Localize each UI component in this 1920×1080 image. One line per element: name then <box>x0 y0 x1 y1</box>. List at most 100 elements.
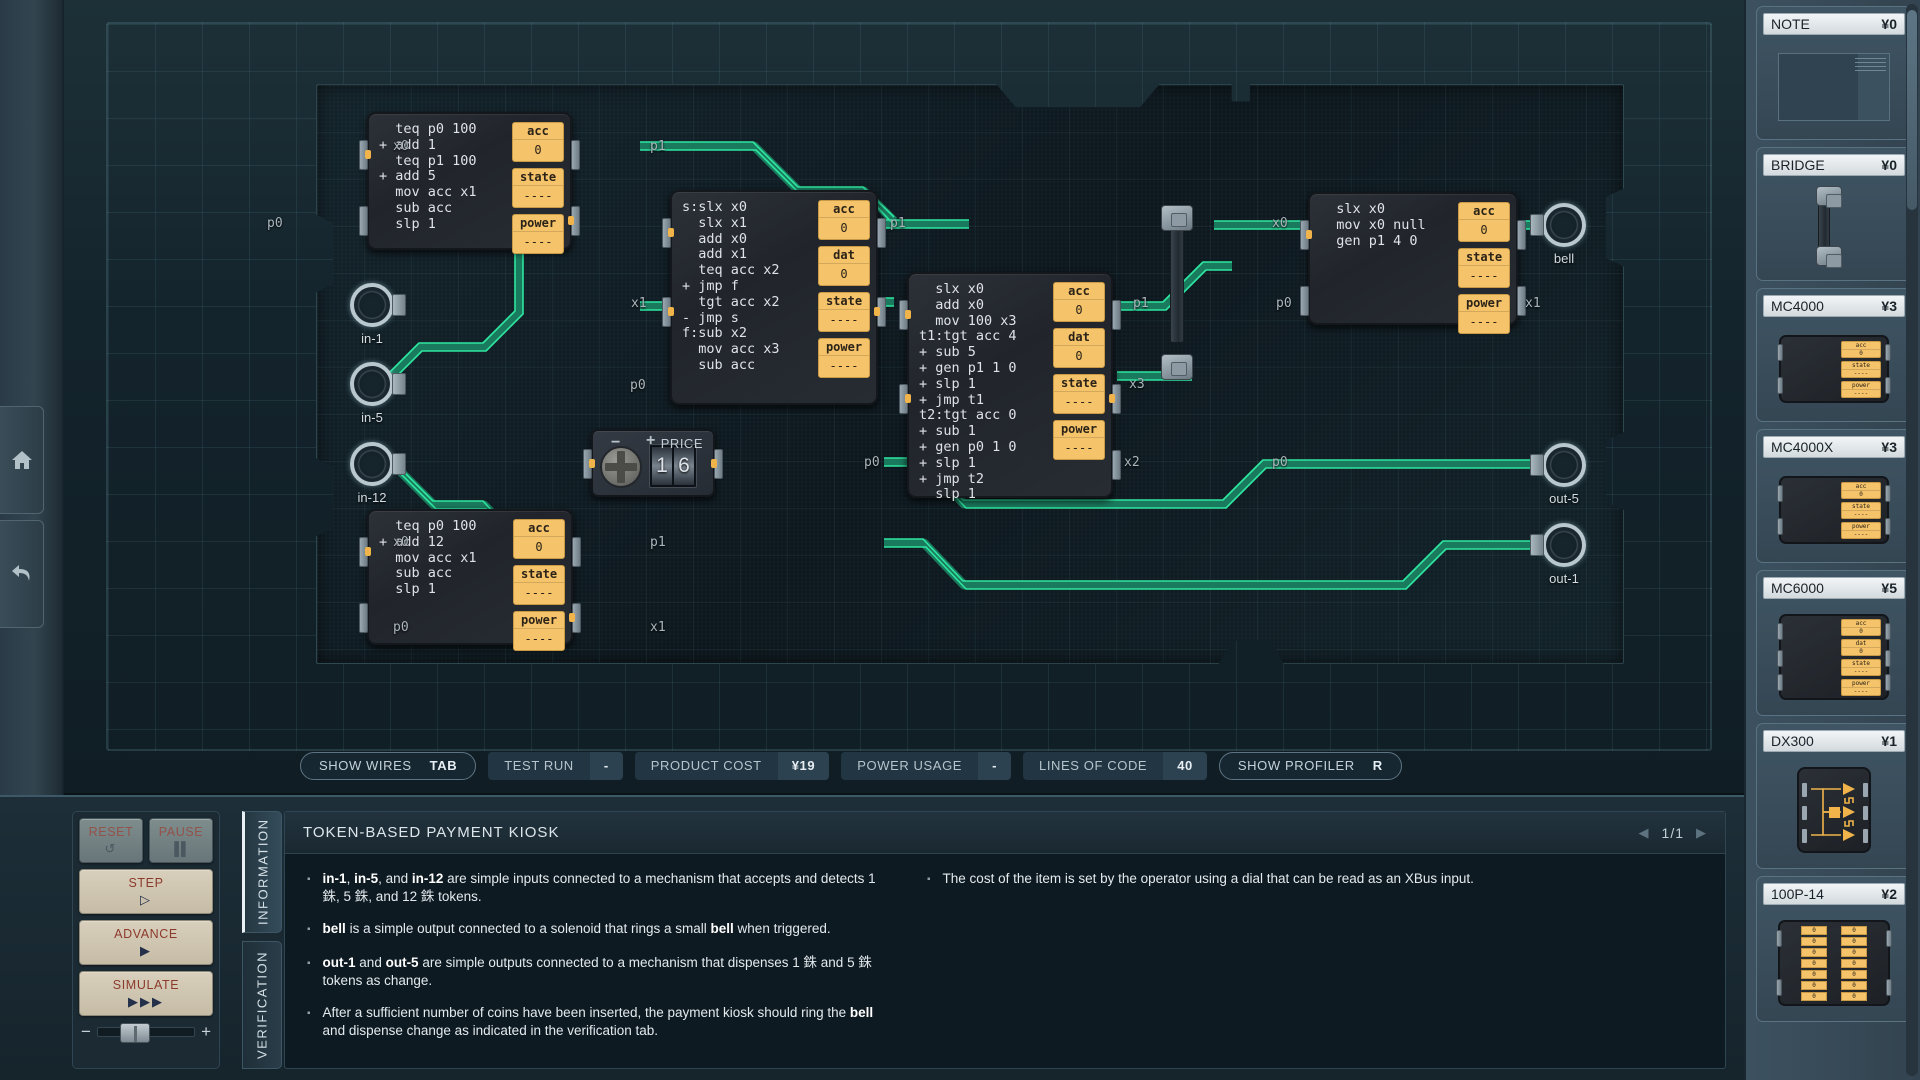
io-node-in-5[interactable]: in-5 <box>350 362 406 425</box>
parts-scrollbar-thumb[interactable] <box>1907 10 1917 210</box>
next-page-button[interactable]: ▶ <box>1696 825 1707 841</box>
part-mc4000[interactable]: MC4000 ¥3 acc 0 state ---- power ---- <box>1756 288 1912 422</box>
io-node-out-5[interactable]: out-5 <box>1530 443 1586 506</box>
part-dx300[interactable]: DX300 ¥1 <box>1756 723 1912 869</box>
list-item: ▪ After a sufficient number of coins hav… <box>307 1004 887 1040</box>
chip-port-dot <box>1306 230 1312 239</box>
home-icon <box>11 451 32 469</box>
chip-top-left[interactable]: teq p0 100 + add 1 teq p1 100 + add 5 mo… <box>359 112 580 254</box>
part-bridge[interactable]: BRIDGE ¥0 <box>1756 147 1912 281</box>
product-cost-status: PRODUCT COST ¥19 <box>634 752 830 780</box>
bullet-text: in-1, in-5, and in-12 are simple inputs … <box>322 871 876 904</box>
pause-button[interactable]: PAUSE ▐▌ <box>149 818 213 863</box>
undo-icon <box>11 565 30 581</box>
port-label-p1-bridge: p1 <box>1133 296 1149 311</box>
chip-code[interactable]: slx x0 add x0 mov 100 x3 t1:tgt acc 4 + … <box>913 281 1053 502</box>
chip-code[interactable]: s:slx x0 slx x1 add x0 add x1 teq acc x2… <box>676 199 818 395</box>
dx300-icon <box>1797 767 1871 853</box>
show-profiler-button[interactable]: SHOW PROFILER R <box>1218 752 1402 780</box>
home-button[interactable] <box>0 406 44 514</box>
parts-panel[interactable]: NOTE ¥0 BRIDGE ¥0 MC4000 ¥3 acc 0 state … <box>1744 0 1920 1080</box>
speed-decrease-icon[interactable]: − <box>81 1022 91 1042</box>
bridge-component[interactable] <box>1161 205 1193 380</box>
step-label: STEP <box>128 876 164 890</box>
simulate-button[interactable]: SIMULATE ▶▶▶ <box>79 971 213 1016</box>
io-tab <box>392 453 406 475</box>
part-art: 000 000 0 000 000 0 <box>1769 915 1899 1011</box>
step-button[interactable]: STEP ▷ <box>79 869 213 914</box>
sim-row-top: RESET ↺ PAUSE ▐▌ <box>79 818 213 863</box>
speed-knob[interactable] <box>119 1023 150 1043</box>
chip-port-dot <box>905 394 911 403</box>
part-mc6000[interactable]: MC6000 ¥5 acc 0 dat 0 state ---- power ---- <box>1756 570 1912 716</box>
circuit-board-area[interactable]: teq p0 100 + add 1 teq p1 100 + add 5 mo… <box>64 0 1744 795</box>
part-note[interactable]: NOTE ¥0 <box>1756 6 1912 140</box>
product-cost-label: PRODUCT COST <box>634 752 778 780</box>
part-name: NOTE <box>1771 16 1810 32</box>
part-100p-14[interactable]: 100P-14 ¥2 000 000 0 000 000 0 <box>1756 876 1912 1022</box>
price-port-dot <box>589 459 595 468</box>
status-toolbar: SHOW WIRES TAB TEST RUN - PRODUCT COST ¥… <box>64 748 1744 784</box>
advance-icon: ▶ <box>140 943 152 958</box>
price-dial-module[interactable]: − + PRICE 1 6 <box>583 429 723 497</box>
io-label: bell <box>1553 251 1575 266</box>
register-dat: dat 0 <box>1053 328 1105 368</box>
io-tab <box>1530 534 1544 556</box>
simulation-speed-slider[interactable]: − + <box>79 1022 213 1043</box>
io-tab <box>392 373 406 395</box>
simulate-label: SIMULATE <box>112 978 180 992</box>
part-mc4000x[interactable]: MC4000X ¥3 acc 0 state ---- power ---- <box>1756 429 1912 563</box>
register-power: power ---- <box>513 611 565 651</box>
io-label: out-1 <box>1549 571 1579 586</box>
chip-mid-left[interactable]: s:slx x0 slx x1 add x0 add x1 teq acc x2… <box>662 190 886 405</box>
chip-port-left-1[interactable] <box>1300 286 1309 316</box>
io-tab <box>392 294 406 316</box>
io-node-bell[interactable]: bell <box>1530 203 1586 266</box>
parts-scrollbar[interactable] <box>1906 4 1918 1076</box>
bullet-icon: ▪ <box>307 924 311 935</box>
chip-port-right-0[interactable] <box>1517 220 1526 250</box>
chip-port-left-1[interactable] <box>359 206 368 236</box>
price-plus-sign: + <box>646 432 656 449</box>
chip-port-left-1[interactable] <box>359 603 368 633</box>
chip-port-right-0[interactable] <box>572 537 581 567</box>
mc4000-icon: acc 0 state ---- power ---- <box>1777 335 1891 403</box>
register-power: power ---- <box>1458 294 1510 334</box>
show-wires-button[interactable]: SHOW WIRES TAB <box>300 752 477 780</box>
chip-code[interactable]: slx x0 mov x0 null gen p1 4 0 <box>1314 201 1458 315</box>
io-node-in-1[interactable]: in-1 <box>350 283 406 346</box>
chip-top-right[interactable]: slx x0 mov x0 null gen p1 4 0 acc 0 stat… <box>1300 192 1526 334</box>
chip-port-right-2[interactable] <box>1112 450 1121 480</box>
chip-port-right-0[interactable] <box>571 140 580 170</box>
prev-page-button[interactable]: ◀ <box>1639 825 1650 841</box>
reset-button[interactable]: RESET ↺ <box>79 818 143 863</box>
chip-center[interactable]: slx x0 add x0 mov 100 x3 t1:tgt acc 4 + … <box>899 272 1121 502</box>
speed-track[interactable] <box>96 1023 196 1043</box>
bullet-icon: ▪ <box>307 874 311 885</box>
tab-verification[interactable]: VERIFICATION <box>242 941 282 1069</box>
tab-information[interactable]: INFORMATION <box>242 811 282 933</box>
chip-port-right-0[interactable] <box>1112 300 1121 330</box>
bullet-icon: ▪ <box>927 874 931 885</box>
part-header: DX300 ¥1 <box>1763 730 1905 752</box>
show-profiler-label: SHOW PROFILER <box>1237 758 1355 773</box>
io-label: in-12 <box>357 490 387 505</box>
step-icon: ▷ <box>140 892 152 907</box>
part-cost: ¥3 <box>1881 439 1897 455</box>
chip-registers: acc 0 state ---- power ---- <box>1458 202 1510 334</box>
chip-port-dot <box>365 547 371 556</box>
speed-increase-icon[interactable]: + <box>201 1022 211 1042</box>
io-node-out-1[interactable]: out-1 <box>1530 523 1586 586</box>
pause-label: PAUSE <box>158 825 204 839</box>
show-profiler-key: R <box>1372 758 1383 773</box>
io-node-in-12[interactable]: in-12 <box>350 442 406 505</box>
price-knob[interactable] <box>600 446 642 488</box>
advance-button[interactable]: ADVANCE ▶ <box>79 920 213 965</box>
chip-port-right-0[interactable] <box>877 218 886 248</box>
price-label: PRICE <box>660 436 703 451</box>
list-item: ▪ out-1 and out-5 are simple outputs con… <box>307 954 887 990</box>
part-cost: ¥2 <box>1881 886 1897 902</box>
port-label-p0-5: p0 <box>393 620 409 635</box>
undo-button[interactable] <box>0 520 44 628</box>
register-state: state ---- <box>1053 374 1105 414</box>
